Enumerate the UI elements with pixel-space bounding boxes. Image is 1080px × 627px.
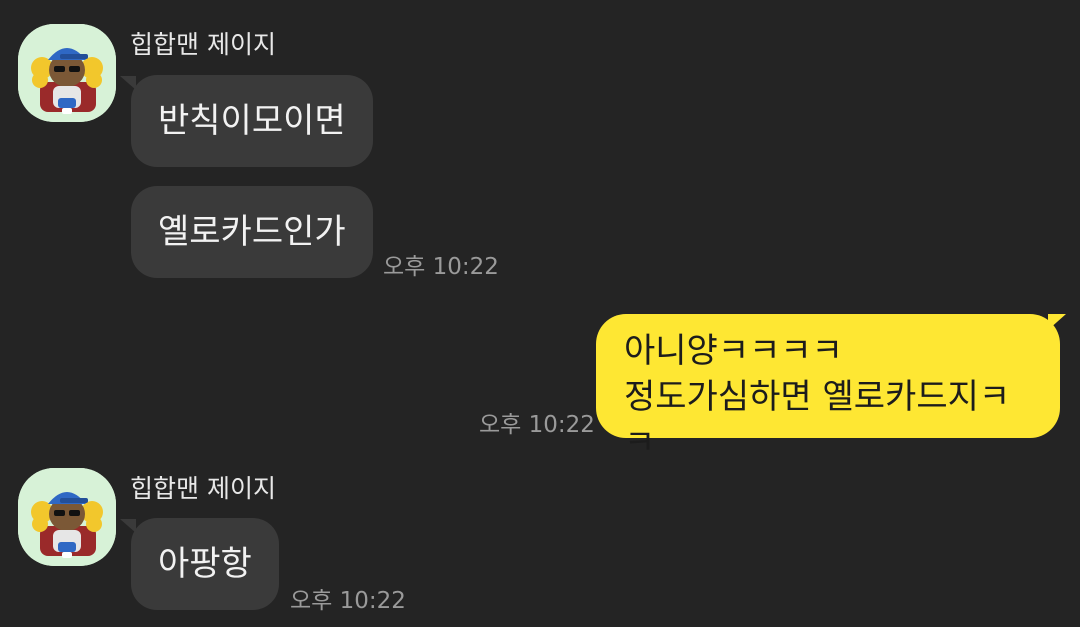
incoming-message-bubble[interactable]: 아팡항	[131, 518, 279, 610]
chat-screen: 힙합맨 제이지 반칙이모이면 옐로카드인가 오후 10:22 오후 10:22 …	[0, 0, 1080, 627]
sender-name: 힙합맨 제이지	[130, 30, 276, 59]
hiphop-character-avatar-icon	[18, 24, 116, 122]
message-timestamp: 오후 10:22	[383, 254, 499, 280]
sender-avatar[interactable]	[18, 468, 116, 566]
sender-name: 힙합맨 제이지	[130, 474, 276, 503]
outgoing-message-bubble[interactable]: 아니양ㅋㅋㅋㅋ 정도가심하면 옐로카드지ㅋㅋ	[596, 314, 1060, 463]
message-timestamp: 오후 10:22	[290, 588, 406, 614]
sender-avatar[interactable]	[18, 24, 116, 122]
hiphop-character-avatar-icon	[18, 468, 116, 566]
incoming-message-bubble[interactable]: 옐로카드인가	[131, 186, 373, 278]
message-timestamp: 오후 10:22	[479, 412, 595, 438]
incoming-message-bubble[interactable]: 반칙이모이면	[131, 75, 373, 167]
bubble-tail	[1048, 314, 1066, 330]
